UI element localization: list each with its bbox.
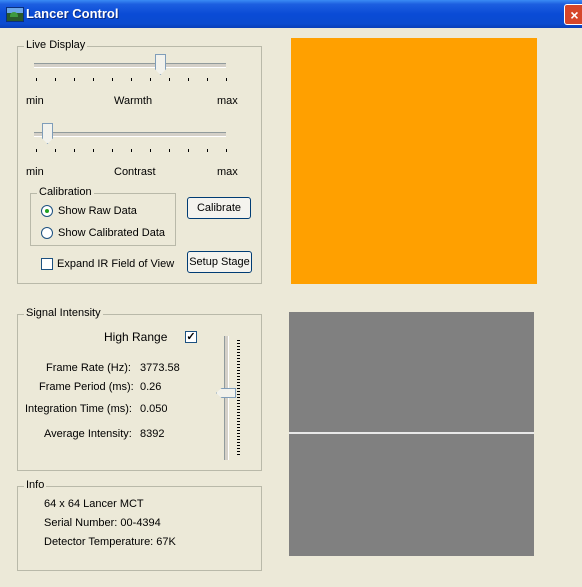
warmth-max-label: max [217,95,238,107]
contrast-slider-track[interactable] [34,132,226,137]
live-display-group: Live Display [17,39,262,284]
signal-slider-track[interactable] [224,336,229,460]
average-intensity-label: Average Intensity: [44,428,132,440]
info-label: Info [24,479,47,491]
close-button[interactable]: × [564,4,582,25]
frame-period-value: 0.26 [140,381,162,393]
integration-time-label: Integration Time (ms): [25,403,132,415]
setup-stage-button[interactable]: Setup Stage [187,251,252,273]
high-range-label: High Range [104,330,168,344]
warmth-label: Warmth [114,95,153,107]
contrast-max-label: max [217,166,238,178]
signal-plot [289,312,534,556]
high-range-checkbox[interactable]: ✓ [185,331,197,343]
calibrate-button[interactable]: Calibrate [187,197,251,219]
expand-ir-label[interactable]: Expand IR Field of View [57,258,174,270]
expand-ir-checkbox[interactable] [41,258,53,270]
contrast-min-label: min [26,166,44,178]
signal-trace [289,432,534,434]
calibration-label: Calibration [37,186,94,198]
detector-model: 64 x 64 Lancer MCT [44,498,144,510]
show-calibrated-data-label[interactable]: Show Calibrated Data [58,227,165,239]
average-intensity-value: 8392 [140,428,165,440]
app-icon [6,7,24,22]
show-raw-data-radio[interactable] [41,205,53,217]
warmth-min-label: min [26,95,44,107]
integration-time-value: 0.050 [140,403,168,415]
signal-slider-ticks [237,340,240,456]
frame-rate-value: 3773.58 [140,362,180,374]
live-display-label: Live Display [24,39,88,51]
frame-rate-label: Frame Rate (Hz): [46,362,131,374]
window-title: Lancer Control [26,6,119,21]
title-bar: Lancer Control [0,0,582,28]
serial-number: Serial Number: 00-4394 [44,517,161,529]
signal-intensity-label: Signal Intensity [24,307,103,319]
contrast-label: Contrast [114,166,156,178]
frame-period-label: Frame Period (ms): [39,381,134,393]
ir-image-display [291,38,537,284]
show-calibrated-data-radio[interactable] [41,227,53,239]
detector-temperature: Detector Temperature: 67K [44,536,176,548]
show-raw-data-label[interactable]: Show Raw Data [58,205,137,217]
warmth-slider-track[interactable] [34,63,226,68]
